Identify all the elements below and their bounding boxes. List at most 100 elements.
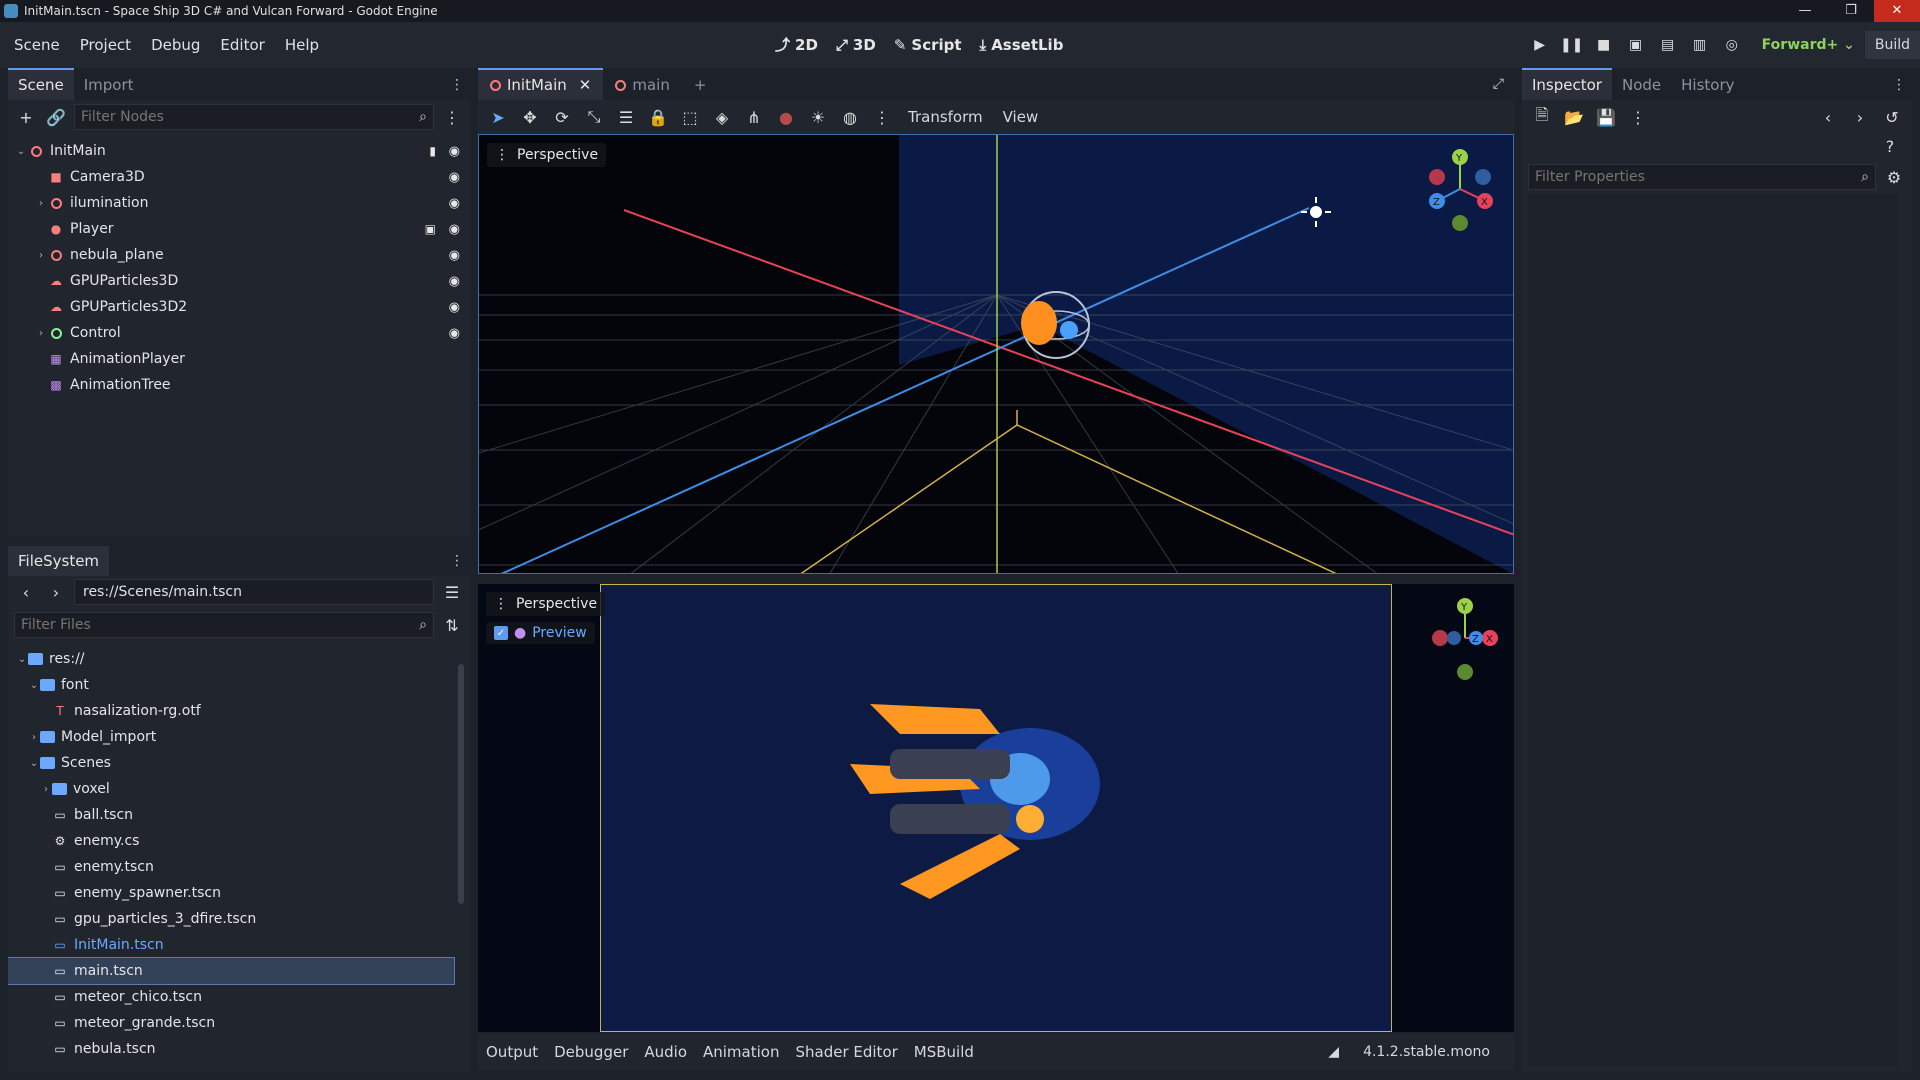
- viewport-3d-top[interactable]: ⋮ Perspective Y X Z: [478, 134, 1514, 574]
- close-tab-icon[interactable]: ✕: [579, 76, 592, 94]
- open-folder-icon[interactable]: 📂: [1562, 105, 1586, 129]
- bottom-tab-shader-editor[interactable]: Shader Editor: [787, 1043, 905, 1061]
- save-icon[interactable]: 💾: [1594, 105, 1618, 129]
- tab-import[interactable]: Import: [74, 70, 144, 100]
- property-options-icon[interactable]: ⚙: [1882, 165, 1906, 189]
- fs-item-gpu-particles[interactable]: ▭ gpu_particles_3_dfire.tscn: [8, 906, 470, 932]
- tree-node-player[interactable]: ● Player ▣ ◉: [8, 216, 470, 242]
- filter-properties-input[interactable]: [1535, 169, 1862, 185]
- maximize-button[interactable]: ❐: [1828, 0, 1874, 22]
- orientation-gizmo-top[interactable]: Y X Z: [1425, 147, 1495, 231]
- remote-debug-icon[interactable]: ▣: [1620, 31, 1652, 59]
- sort-icon[interactable]: ⇅: [440, 613, 464, 637]
- local-space-icon[interactable]: ◈: [710, 105, 734, 129]
- more-options-icon[interactable]: ⋮: [870, 105, 894, 129]
- filter-properties-field[interactable]: ⌕: [1528, 164, 1876, 190]
- fs-item-enemy[interactable]: ▭ enemy.tscn: [8, 854, 470, 880]
- visibility-eye-icon[interactable]: ◉: [449, 196, 460, 211]
- fs-item-res[interactable]: ⌄ res://: [8, 646, 470, 672]
- chevron-down-icon[interactable]: ⌄: [28, 680, 40, 691]
- fs-item-meteor-chico[interactable]: ▭ meteor_chico.tscn: [8, 984, 470, 1010]
- visibility-eye-icon[interactable]: ◉: [449, 300, 460, 315]
- add-tab-button[interactable]: +: [682, 70, 719, 100]
- fs-item-model-import[interactable]: › Model_import: [8, 724, 470, 750]
- bottom-tab-output[interactable]: Output: [478, 1043, 546, 1061]
- menu-editor[interactable]: Editor: [212, 32, 272, 58]
- fs-item-enemy-spawner[interactable]: ▭ enemy_spawner.tscn: [8, 880, 470, 906]
- tree-node-nebula-plane[interactable]: › nebula_plane ◉: [8, 242, 470, 268]
- tree-node-gpuparticles3d2[interactable]: ☁ GPUParticles3D2 ◉: [8, 294, 470, 320]
- new-resource-icon[interactable]: 🗎: [1530, 105, 1554, 129]
- list-select-icon[interactable]: ☰: [614, 105, 638, 129]
- filter-files-input[interactable]: [21, 617, 420, 633]
- fs-item-voxel[interactable]: › voxel: [8, 776, 470, 802]
- scene-dock-menu-icon[interactable]: ⋮: [450, 77, 464, 93]
- view-menu[interactable]: View: [997, 108, 1045, 126]
- menu-project[interactable]: Project: [72, 32, 139, 58]
- bottom-tab-msbuild[interactable]: MSBuild: [906, 1043, 982, 1061]
- chevron-down-icon[interactable]: ⌄: [14, 146, 28, 157]
- path-field[interactable]: res://Scenes/main.tscn: [74, 579, 434, 605]
- visibility-eye-icon[interactable]: ◉: [449, 170, 460, 185]
- tab-main[interactable]: main: [603, 70, 681, 100]
- fs-item-main[interactable]: ▭ main.tscn: [8, 957, 455, 985]
- play-custom-scene-icon[interactable]: ▥: [1684, 31, 1716, 59]
- minimize-button[interactable]: —: [1782, 0, 1828, 22]
- perspective-menu-bottom[interactable]: ⋮ Perspective: [486, 592, 606, 616]
- back-arrow-icon[interactable]: ‹: [14, 580, 38, 604]
- fs-item-meteor-grande[interactable]: ▭ meteor_grande.tscn: [8, 1010, 470, 1036]
- chevron-right-icon[interactable]: ›: [34, 328, 48, 339]
- workspace-assetlib-button[interactable]: ⤓ AssetLib: [980, 34, 1064, 55]
- lock-icon[interactable]: 🔒: [646, 105, 670, 129]
- transform-menu[interactable]: Transform: [902, 108, 989, 126]
- script-attached-icon[interactable]: ▮: [429, 144, 436, 158]
- group-icon[interactable]: ⬚: [678, 105, 702, 129]
- checkbox-checked-icon[interactable]: ✓: [494, 626, 508, 640]
- bottom-tab-debugger[interactable]: Debugger: [546, 1043, 636, 1061]
- filesystem-menu-icon[interactable]: ⋮: [450, 553, 464, 569]
- docs-icon[interactable]: ?: [1878, 134, 1902, 158]
- tree-node-animationtree[interactable]: ▩ AnimationTree: [8, 372, 470, 398]
- camera-preview-icon[interactable]: ●: [774, 105, 798, 129]
- stop-icon[interactable]: ■: [1588, 31, 1620, 59]
- orientation-gizmo-bottom[interactable]: Y X Z: [1430, 596, 1500, 680]
- move-tool-icon[interactable]: ✥: [518, 105, 542, 129]
- chevron-right-icon[interactable]: ›: [28, 732, 40, 743]
- split-view-icon[interactable]: ☰: [440, 580, 464, 604]
- fs-item-scenes[interactable]: ⌄ Scenes: [8, 750, 470, 776]
- filter-nodes-input[interactable]: [81, 109, 420, 125]
- menu-debug[interactable]: Debug: [143, 32, 208, 58]
- bottom-tab-audio[interactable]: Audio: [636, 1043, 695, 1061]
- inspector-menu-icon[interactable]: ⋮: [1892, 77, 1906, 93]
- more-options-icon[interactable]: ⋮: [1626, 105, 1650, 129]
- fs-item-font[interactable]: ⌄ font: [8, 672, 470, 698]
- workspace-script-button[interactable]: ✎ Script: [894, 34, 962, 55]
- chevron-down-icon[interactable]: ⌄: [28, 758, 40, 769]
- object-history-icon[interactable]: ↺: [1880, 105, 1904, 129]
- chevron-right-icon[interactable]: ›: [34, 250, 48, 261]
- scene-options-icon[interactable]: ⋮: [440, 105, 464, 129]
- filter-files-field[interactable]: ⌕: [14, 612, 434, 638]
- visibility-eye-icon[interactable]: ◉: [449, 274, 460, 289]
- tree-node-camera3d[interactable]: ■ Camera3D ◉: [8, 164, 470, 190]
- tree-node-initmain[interactable]: ⌄ InitMain ▮ ◉: [8, 138, 470, 164]
- fs-item-nebula[interactable]: ▭ nebula.tscn: [8, 1036, 470, 1062]
- tree-node-gpuparticles3d[interactable]: ☁ GPUParticles3D ◉: [8, 268, 470, 294]
- history-back-icon[interactable]: ‹: [1816, 105, 1840, 129]
- tree-node-animationplayer[interactable]: ▦ AnimationPlayer: [8, 346, 470, 372]
- visibility-eye-icon[interactable]: ◉: [449, 326, 460, 341]
- renderer-dropdown[interactable]: Forward+ ⌄: [1762, 37, 1855, 53]
- fs-item-font-file[interactable]: Tnasalization-rg.otf: [8, 698, 470, 724]
- tab-initmain[interactable]: InitMain ✕: [478, 68, 604, 100]
- play-icon[interactable]: ▶: [1524, 31, 1556, 59]
- tab-inspector[interactable]: Inspector: [1522, 68, 1612, 100]
- chevron-down-icon[interactable]: ⌄: [16, 654, 28, 665]
- chevron-right-icon[interactable]: ›: [34, 198, 48, 209]
- fs-item-initmain[interactable]: ▭ InitMain.tscn: [8, 932, 470, 958]
- instance-scene-icon[interactable]: 🔗: [44, 105, 68, 129]
- preview-toggle[interactable]: ✓ ● Preview: [486, 622, 595, 644]
- workspace-2d-button[interactable]: ⤴ 2D: [775, 34, 818, 55]
- snap-icon[interactable]: ⋔: [742, 105, 766, 129]
- tab-filesystem[interactable]: FileSystem: [8, 546, 110, 576]
- tab-node[interactable]: Node: [1612, 70, 1671, 100]
